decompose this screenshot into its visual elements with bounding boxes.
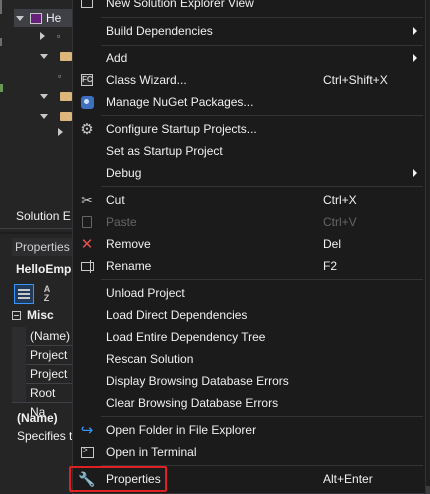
collapse-arrow-icon[interactable] (40, 93, 48, 99)
view-icon (77, 0, 97, 13)
menu-item-rename[interactable]: Rename F2 (73, 255, 425, 277)
menu-item-unload-project[interactable]: Unload Project (73, 282, 425, 304)
menu-item-manage-nuget[interactable]: Manage NuGet Packages... (73, 91, 425, 113)
tree-item-project[interactable]: He (16, 9, 61, 27)
menu-separator (101, 279, 423, 280)
property-row-gutter (12, 346, 26, 365)
categorized-view-button[interactable] (14, 284, 34, 304)
expand-arrow-icon[interactable] (58, 128, 63, 136)
menu-item-remove[interactable]: ✕ Remove Del (73, 233, 425, 255)
property-description-text: Specifies t (17, 429, 73, 443)
tree-item-file[interactable]: ▫ (58, 67, 70, 85)
property-row[interactable]: Project (26, 346, 72, 365)
folder-icon (60, 51, 72, 61)
menu-item-display-browsing-db-errors[interactable]: Display Browsing Database Errors (73, 370, 425, 392)
menu-item-rescan-solution[interactable]: Rescan Solution (73, 348, 425, 370)
menu-item-configure-startup[interactable]: ⚙ Configure Startup Projects... (73, 118, 425, 140)
menu-separator (101, 115, 423, 116)
gear-icon: ⚙ (80, 120, 94, 138)
tree-item-folder[interactable] (40, 47, 72, 65)
expand-arrow-icon[interactable] (40, 32, 45, 40)
menu-item-load-direct-dependencies[interactable]: Load Direct Dependencies (73, 304, 425, 326)
menu-item-build-dependencies[interactable]: Build Dependencies (73, 20, 425, 42)
context-menu: New Solution Explorer View Build Depende… (69, 0, 426, 494)
file-icon: ▫ (58, 71, 62, 81)
menu-item-new-solution-explorer-view[interactable]: New Solution Explorer View (73, 0, 425, 14)
properties-highlight-box (69, 466, 167, 492)
menu-item-open-terminal[interactable]: Open in Terminal (73, 441, 425, 463)
submenu-arrow-icon (413, 169, 417, 177)
menu-item-add[interactable]: Add (73, 47, 425, 69)
property-description-title: (Name) (17, 411, 58, 425)
menu-item-cut[interactable]: ✂ Cut Ctrl+X (73, 189, 425, 211)
class-wizard-icon: FC (81, 74, 93, 86)
sort-az-icon: AZ (43, 284, 51, 303)
property-row-gutter (12, 384, 26, 403)
menu-item-set-startup[interactable]: Set as Startup Project (73, 140, 425, 162)
menu-separator (101, 45, 423, 46)
folder-icon (60, 91, 72, 101)
property-row-gutter (12, 327, 26, 346)
terminal-icon (77, 442, 97, 462)
menu-item-paste[interactable]: Paste Ctrl+V (73, 211, 425, 233)
menu-item-open-folder[interactable]: ↪ Open Folder in File Explorer (73, 419, 425, 441)
expand-arrow-icon[interactable] (16, 15, 24, 21)
menu-separator (101, 17, 423, 18)
submenu-arrow-icon (413, 54, 417, 62)
properties-object-name[interactable]: HelloEmp (16, 262, 71, 276)
menu-separator (101, 186, 423, 187)
property-category[interactable]: Misc (12, 308, 54, 322)
property-row-gutter (12, 365, 26, 384)
collapse-arrow-icon[interactable] (40, 53, 48, 59)
divider (0, 228, 72, 229)
remove-x-icon: ✕ (80, 235, 94, 253)
scissors-icon: ✂ (81, 192, 93, 208)
change-marker (0, 84, 3, 92)
divider (12, 402, 72, 403)
project-icon (30, 12, 42, 24)
tree-item-references[interactable]: ▫ (40, 27, 69, 45)
tree-item-project-label: He (46, 11, 62, 25)
alphabetical-view-button[interactable]: AZ (37, 284, 57, 304)
solution-explorer-panel: He ▫ ▫ Solution E (0, 0, 74, 232)
scroll-indicator (0, 38, 2, 46)
menu-item-load-entire-dependency-tree[interactable]: Load Entire Dependency Tree (73, 326, 425, 348)
nuget-icon (77, 92, 97, 112)
menu-item-class-wizard[interactable]: FC Class Wizard... Ctrl+Shift+X (73, 69, 425, 91)
open-folder-icon: ↪ (80, 421, 94, 439)
paste-icon (77, 212, 97, 232)
properties-title[interactable]: Properties (12, 238, 72, 256)
solution-explorer-tab[interactable]: Solution E (16, 209, 71, 223)
menu-item-clear-browsing-db-errors[interactable]: Clear Browsing Database Errors (73, 392, 425, 414)
collapse-icon[interactable] (12, 310, 21, 320)
menu-separator (101, 416, 423, 417)
folder-icon (60, 111, 72, 121)
property-row[interactable]: Project (26, 365, 72, 384)
submenu-arrow-icon (413, 27, 417, 35)
scroll-indicator (0, 0, 2, 14)
categorized-icon (18, 289, 30, 299)
rename-icon (77, 256, 97, 276)
property-row[interactable]: Root Na (26, 384, 72, 419)
tree-item-folder[interactable] (40, 87, 72, 105)
tree-item-folder[interactable] (58, 123, 67, 141)
property-row[interactable]: (Name) (26, 327, 72, 346)
property-category-label: Misc (27, 308, 54, 322)
properties-toolbar: AZ (14, 284, 57, 304)
menu-item-debug[interactable]: Debug (73, 162, 425, 184)
tree-item-folder[interactable] (40, 107, 72, 125)
collapse-arrow-icon[interactable] (40, 113, 48, 119)
references-icon: ▫ (57, 31, 61, 41)
